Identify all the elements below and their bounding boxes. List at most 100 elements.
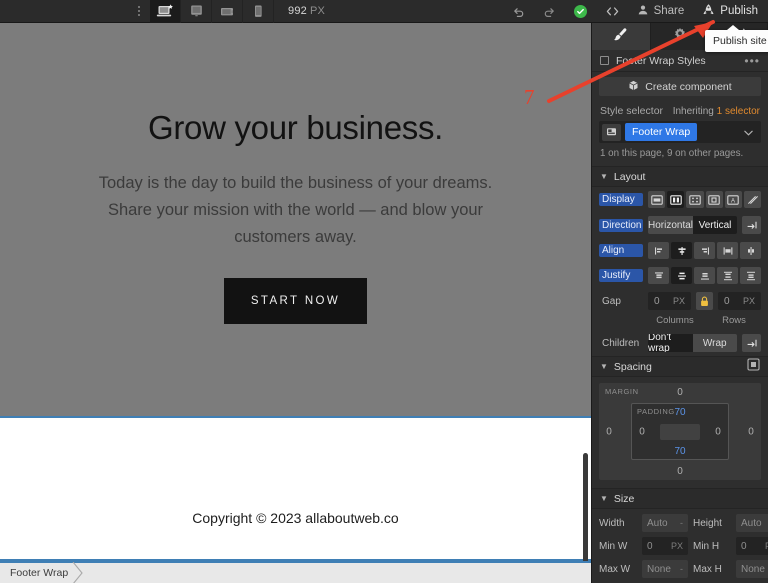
layout-section-header[interactable]: ▼ Layout — [592, 166, 768, 187]
styles-title: Footer Wrap Styles — [616, 54, 706, 67]
footer-copyright-text[interactable]: Copyright © 2023 allaboutweb.co — [0, 510, 591, 526]
viewport-width-indicator: 992 PX — [288, 5, 325, 17]
create-component-button[interactable]: Create component — [599, 77, 761, 96]
children-reverse-button[interactable] — [742, 334, 761, 352]
tab-settings[interactable] — [651, 23, 710, 50]
padding-right-value[interactable]: 0 — [715, 426, 721, 437]
gap-rows-unit: PX — [742, 296, 755, 306]
align-baseline-button[interactable] — [740, 242, 761, 259]
size-section-header[interactable]: ▼ Size — [592, 488, 768, 509]
lock-icon[interactable] — [696, 292, 713, 310]
size-row-width: Width Auto - Height Auto - — [599, 514, 768, 532]
spacing-section-header[interactable]: ▼ Spacing — [592, 356, 768, 377]
height-input[interactable]: Auto - — [736, 514, 768, 532]
justify-space-around-button[interactable] — [740, 267, 761, 284]
max-width-input[interactable]: None - — [642, 560, 688, 578]
direction-label[interactable]: Direction — [599, 218, 643, 232]
align-stretch-button[interactable] — [717, 242, 738, 259]
device-tablet-landscape-button[interactable] — [212, 0, 243, 23]
share-button[interactable]: Share — [629, 0, 695, 23]
width-input[interactable]: Auto - — [642, 514, 688, 532]
max-width-unit: - — [680, 564, 683, 574]
publish-status-button[interactable] — [565, 0, 596, 23]
display-none-button[interactable] — [743, 191, 762, 208]
justify-space-between-button[interactable] — [717, 267, 738, 284]
redo-button[interactable] — [534, 0, 565, 23]
height-value: Auto — [741, 517, 762, 529]
min-width-input[interactable]: 0 PX — [642, 537, 688, 555]
direction-vertical-button[interactable]: Vertical — [693, 216, 737, 234]
gap-columns-label: Columns — [656, 315, 694, 326]
gap-label[interactable]: Gap — [599, 295, 643, 308]
gap-rows-input[interactable]: 0 PX — [718, 292, 761, 310]
top-toolbar: 992 PX Share Publish — [0, 0, 768, 23]
hero-paragraph[interactable]: Today is the day to build the business o… — [92, 170, 500, 251]
hero-section[interactable]: Grow your business. Today is the day to … — [0, 23, 591, 324]
breadcrumb-item-footer-wrap[interactable]: Footer Wrap — [0, 561, 83, 583]
footer-wrap-element[interactable]: Copyright © 2023 allaboutweb.co — [0, 416, 591, 561]
margin-left-value[interactable]: 0 — [606, 426, 612, 437]
styles-checkbox[interactable] — [600, 56, 609, 65]
margin-right-value[interactable]: 0 — [748, 426, 754, 437]
align-start-button[interactable] — [648, 242, 669, 259]
tab-style[interactable] — [592, 23, 651, 50]
breadcrumb-label: Footer Wrap — [10, 567, 69, 579]
hero-heading[interactable]: Grow your business. — [0, 109, 591, 147]
device-tablet-button[interactable] — [181, 0, 212, 23]
publish-label: Publish — [720, 5, 758, 17]
max-height-input[interactable]: None - — [736, 560, 768, 578]
publish-button[interactable]: Publish — [694, 0, 768, 23]
width-value: Auto — [647, 517, 668, 529]
display-flex-button[interactable] — [667, 191, 685, 208]
display-grid-button[interactable] — [686, 191, 704, 208]
justify-label[interactable]: Justify — [599, 269, 643, 282]
direction-reverse-button[interactable] — [742, 216, 761, 234]
spacing-mode-icon[interactable] — [747, 357, 760, 376]
align-row: Align — [592, 238, 768, 263]
direction-row: Direction Horizontal Vertical — [592, 212, 768, 238]
direction-horizontal-button[interactable]: Horizontal — [648, 216, 694, 234]
display-label[interactable]: Display — [599, 193, 643, 206]
justify-end-button[interactable] — [694, 267, 715, 284]
inheriting-link[interactable]: 1 selector — [717, 106, 760, 117]
element-icon[interactable] — [602, 123, 621, 141]
design-canvas[interactable]: Grow your business. Today is the day to … — [0, 23, 591, 561]
display-inline-button[interactable]: A — [724, 191, 742, 208]
canvas-scrollbar[interactable] — [583, 453, 588, 561]
device-desktop-button[interactable] — [150, 0, 181, 23]
min-height-value: 0 — [741, 540, 747, 552]
padding-top-value[interactable]: 70 — [674, 407, 685, 418]
chevron-down-icon[interactable] — [744, 123, 753, 141]
class-selector-field[interactable]: Footer Wrap — [599, 121, 761, 143]
min-width-label: Min W — [599, 540, 628, 552]
gap-columns-input[interactable]: 0 PX — [648, 292, 691, 310]
min-height-input[interactable]: 0 PX — [736, 537, 768, 555]
device-mobile-button[interactable] — [243, 0, 274, 23]
undo-button[interactable] — [503, 0, 534, 23]
spacing-control: MARGIN 0 0 0 0 PADDING 70 0 0 70 — [592, 377, 768, 488]
gap-rows-label: Rows — [722, 315, 746, 326]
padding-left-value[interactable]: 0 — [639, 426, 645, 437]
code-export-button[interactable] — [596, 0, 629, 23]
start-now-button[interactable]: START NOW — [223, 277, 368, 324]
align-end-button[interactable] — [694, 242, 715, 259]
padding-bottom-value[interactable]: 70 — [674, 446, 685, 457]
margin-top-value[interactable]: 0 — [677, 387, 683, 398]
styles-more-icon[interactable]: ••• — [744, 55, 760, 67]
align-center-button[interactable] — [671, 242, 692, 259]
class-chip-footer-wrap[interactable]: Footer Wrap — [625, 123, 698, 141]
min-width-value: 0 — [647, 540, 653, 552]
viewport-width-unit: PX — [309, 5, 326, 17]
display-inline-block-button[interactable] — [705, 191, 723, 208]
display-block-button[interactable] — [648, 191, 666, 208]
display-row: Display A — [592, 187, 768, 212]
children-dont-wrap-button[interactable]: Don't wrap — [648, 334, 693, 352]
justify-start-button[interactable] — [648, 267, 669, 284]
step-number-annotation: 7 — [524, 85, 535, 109]
kebab-menu-icon[interactable] — [128, 0, 150, 23]
justify-center-button[interactable] — [671, 267, 692, 284]
children-wrap-button[interactable]: Wrap — [692, 334, 737, 352]
margin-bottom-value[interactable]: 0 — [677, 466, 683, 477]
align-label[interactable]: Align — [599, 244, 643, 257]
children-label[interactable]: Children — [599, 337, 643, 350]
